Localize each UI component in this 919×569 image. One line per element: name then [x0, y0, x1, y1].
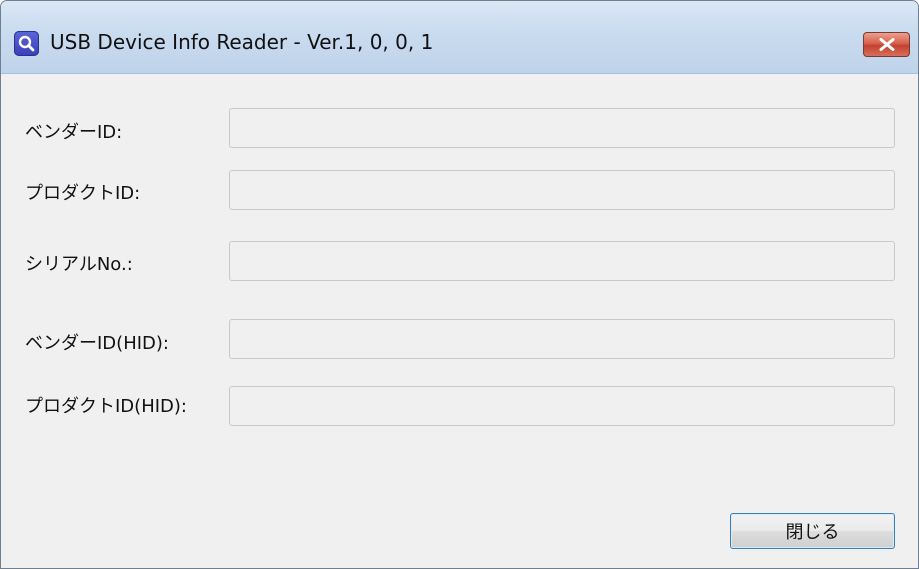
product-id-label: プロダクトID: — [25, 183, 141, 204]
dialog-content: ベンダーID: プロダクトID: シリアルNo.: ベンダーID(HID): プ… — [1, 74, 918, 568]
product-id-field[interactable] — [229, 170, 895, 210]
close-icon — [879, 38, 895, 51]
product-id-hid-label: プロダクトID(HID): — [25, 396, 187, 417]
close-button[interactable]: 閉じる — [730, 513, 895, 549]
serial-number-field[interactable] — [229, 241, 895, 281]
vendor-id-hid-label: ベンダーID(HID): — [25, 333, 169, 354]
vendor-id-field[interactable] — [229, 108, 895, 148]
serial-number-label: シリアルNo.: — [25, 254, 133, 275]
app-window: USB Device Info Reader - Ver.1, 0, 0, 1 … — [0, 0, 919, 569]
vendor-id-hid-field[interactable] — [229, 319, 895, 359]
window-close-button[interactable] — [863, 32, 910, 57]
product-id-hid-field[interactable] — [229, 386, 895, 426]
title-bar[interactable]: USB Device Info Reader - Ver.1, 0, 0, 1 — [1, 1, 918, 74]
window-title: USB Device Info Reader - Ver.1, 0, 0, 1 — [50, 30, 434, 54]
magnifier-icon — [14, 31, 39, 56]
vendor-id-label: ベンダーID: — [25, 122, 123, 143]
